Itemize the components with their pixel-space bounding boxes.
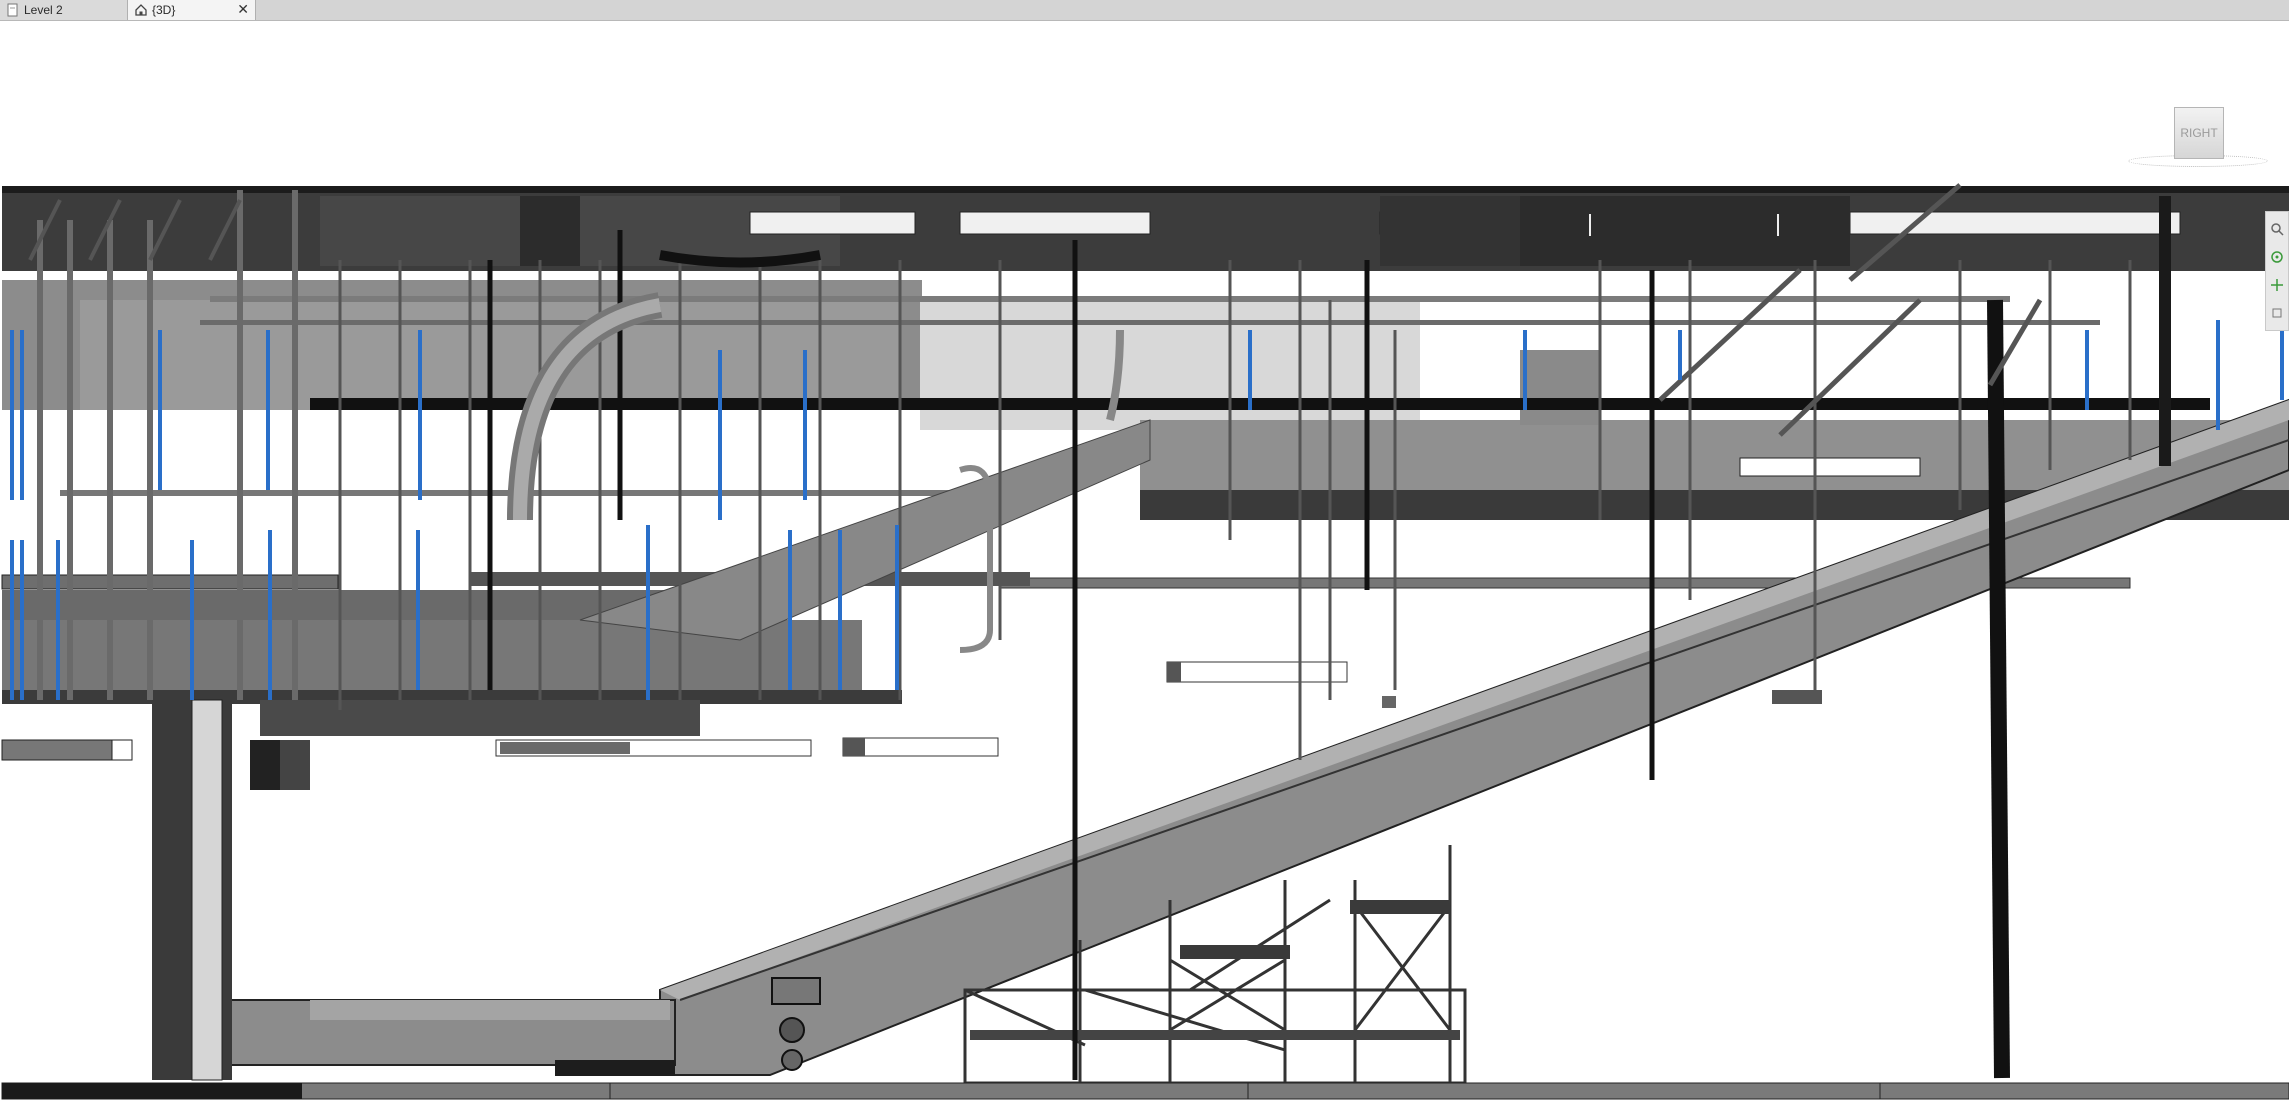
- 3d-viewport[interactable]: RIGHT: [0, 21, 2289, 1117]
- viewcube-face-label: RIGHT: [2180, 126, 2218, 140]
- tab-3d-view[interactable]: {3D} ✕: [128, 0, 256, 20]
- pan-icon[interactable]: [2270, 278, 2284, 292]
- close-icon[interactable]: ✕: [237, 2, 249, 16]
- zoom-icon[interactable]: [2270, 222, 2284, 236]
- viewcube[interactable]: RIGHT: [2128, 85, 2268, 175]
- home-3d-icon: [134, 3, 148, 17]
- steering-wheel-icon[interactable]: [2270, 250, 2284, 264]
- viewcube-face[interactable]: RIGHT: [2174, 107, 2224, 159]
- model-render: [1, 183, 2289, 1100]
- tab-level-2[interactable]: Level 2: [0, 0, 128, 20]
- view-tab-bar: Level 2 {3D} ✕: [0, 0, 2289, 21]
- options-icon[interactable]: [2270, 306, 2284, 320]
- tab-label: Level 2: [24, 3, 63, 17]
- tab-label: {3D}: [152, 3, 176, 17]
- navigation-bar: [2265, 211, 2289, 331]
- view-page-icon: [6, 3, 20, 17]
